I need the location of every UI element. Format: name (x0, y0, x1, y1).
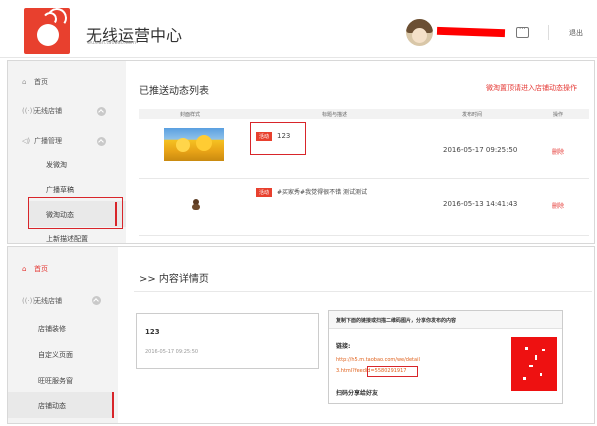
logout-button[interactable]: 退出 (569, 28, 583, 38)
header-divider (548, 25, 549, 40)
title-divider (134, 291, 592, 292)
delete-link[interactable]: 删除 (552, 201, 564, 210)
active-indicator (115, 202, 117, 226)
column-header-title: 标题与描述 (322, 112, 348, 118)
top-panel: ⌂ 首页 ((·))无线店铺 ◁) 广播管理 发微淘 广播草稿 微淘动态 上新描述配… (7, 60, 595, 244)
table-header: 封面样式 标题与描述 发布时间 操作 (139, 109, 589, 119)
sidebar-item-label: 首页 (34, 265, 48, 273)
top-header: 无线运营中心 wuxian.taobao.com 退出 (0, 0, 597, 58)
highlight-box-feed-id (367, 366, 418, 377)
sidebar-item-home[interactable]: ⌂ 首页 (22, 264, 48, 274)
row-time: 2016-05-13 14:41:43 (443, 200, 518, 208)
collapse-icon[interactable] (97, 107, 106, 116)
cover-image[interactable] (164, 128, 224, 161)
sidebar-subitem-wangwang-window[interactable]: 旺旺服务窗 (38, 376, 73, 386)
signal-icon: ((·)) (22, 297, 36, 305)
list-title: 已推送动态列表 (139, 86, 209, 97)
sidebar-item-label: 广播管理 (34, 137, 62, 145)
qr-mark (542, 349, 545, 351)
row-title-text: #买家秀#我觉得很不错 测试测试 (277, 189, 367, 196)
cover-image[interactable] (192, 199, 200, 210)
avatar-face (412, 28, 427, 43)
sidebar-subitem-drafts[interactable]: 广播草稿 (46, 185, 74, 195)
home-icon: ⌂ (22, 78, 27, 86)
bottom-panel: ⌂ 首页 ((·))无线店铺 店铺装修 自定义页面 旺旺服务窗 店铺动态 >> 内… (7, 246, 595, 424)
sidebar-subitem-post-weitao[interactable]: 发微淘 (46, 160, 67, 170)
sidebar-subitem-new-desc-config[interactable]: 上新描述配置 (46, 234, 88, 244)
qr-mark (540, 373, 542, 376)
sidebar-subitem-custom-page[interactable]: 自定义页面 (38, 350, 73, 360)
pin-hint-link[interactable]: 微淘置顶请进入店铺动态操作 (486, 83, 577, 93)
highlight-box-title (250, 122, 306, 155)
sidebar-item-label: 首页 (34, 78, 48, 86)
sidebar-item-wireless-shop[interactable]: ((·))无线店铺 (22, 296, 62, 306)
app-logo[interactable] (24, 6, 70, 54)
logo-dish (37, 24, 59, 46)
share-friends-label: 扫码分享给好友 (336, 390, 379, 397)
active-indicator (112, 392, 114, 418)
share-heading: 复制下面的链接或扫描二维码图片，分享你发布的内容 (336, 318, 457, 324)
table-row: 活动 #买家秀#我觉得很不错 测试测试 2016-05-13 14:41:43 删… (139, 179, 589, 234)
row-time: 2016-05-17 09:25:50 (443, 146, 518, 154)
brand-subtitle: wuxian.taobao.com (87, 40, 136, 46)
row-divider (139, 235, 589, 236)
detail-item-time: 2016-05-17 09:25:50 (145, 349, 199, 355)
column-header-cover: 封面样式 (180, 112, 201, 118)
table-row: 活动 123 2016-05-17 09:25:50 删除 (139, 119, 589, 177)
sidebar-item-label: 无线店铺 (34, 107, 62, 115)
qr-mark (523, 377, 526, 380)
redacted-username (436, 26, 506, 38)
activity-tag: 活动 (256, 188, 273, 197)
qr-mark (525, 347, 528, 350)
highlight-box-sidebar (28, 197, 123, 229)
link-label: 链接: (336, 343, 351, 350)
signal-icon: ((·)) (22, 107, 36, 115)
detail-card: 123 2016-05-17 09:25:50 (136, 313, 319, 369)
avatar[interactable] (406, 19, 433, 46)
share-link-prefix: 3.html?feed (336, 368, 366, 374)
qr-mark (529, 365, 533, 367)
qr-code-image[interactable] (511, 337, 557, 391)
qr-mark (535, 355, 537, 360)
share-link-line1[interactable]: http://h5.m.taobao.com/we/detail (336, 357, 420, 363)
cover-flower (196, 135, 212, 151)
sidebar-subitem-shop-decor[interactable]: 店铺装修 (38, 324, 66, 334)
column-header-action: 操作 (553, 112, 564, 118)
share-card: 复制下面的链接或扫描二维码图片，分享你发布的内容 链接: http://h5.m… (328, 310, 563, 404)
cover-figure-body (192, 204, 200, 210)
message-icon[interactable] (516, 25, 529, 38)
detail-title: >> 内容详情页 (139, 274, 209, 285)
collapse-icon[interactable] (92, 296, 101, 305)
column-header-time: 发布时间 (462, 112, 483, 118)
home-icon: ⌂ (22, 265, 27, 273)
sidebar-top: ⌂ 首页 ((·))无线店铺 ◁) 广播管理 发微淘 广播草稿 微淘动态 上新描述配… (8, 61, 126, 243)
speaker-icon: ◁) (22, 137, 31, 145)
sidebar-item-home[interactable]: ⌂ 首页 (22, 77, 48, 87)
sidebar-bottom: ⌂ 首页 ((·))无线店铺 店铺装修 自定义页面 旺旺服务窗 店铺动态 (8, 247, 118, 423)
detail-item-title: 123 (145, 328, 160, 336)
sidebar-item-label: 无线店铺 (34, 297, 62, 305)
delete-link[interactable]: 删除 (552, 147, 564, 156)
collapse-icon[interactable] (97, 137, 106, 146)
row-title[interactable]: 活动 #买家秀#我觉得很不错 测试测试 (256, 187, 367, 197)
sidebar-item-wireless-shop[interactable]: ((·))无线店铺 (22, 106, 62, 116)
sidebar-item-broadcast[interactable]: ◁) 广播管理 (22, 136, 62, 146)
cover-flower (176, 138, 190, 152)
sidebar-subitem-shop-feed[interactable]: 店铺动态 (38, 401, 66, 411)
